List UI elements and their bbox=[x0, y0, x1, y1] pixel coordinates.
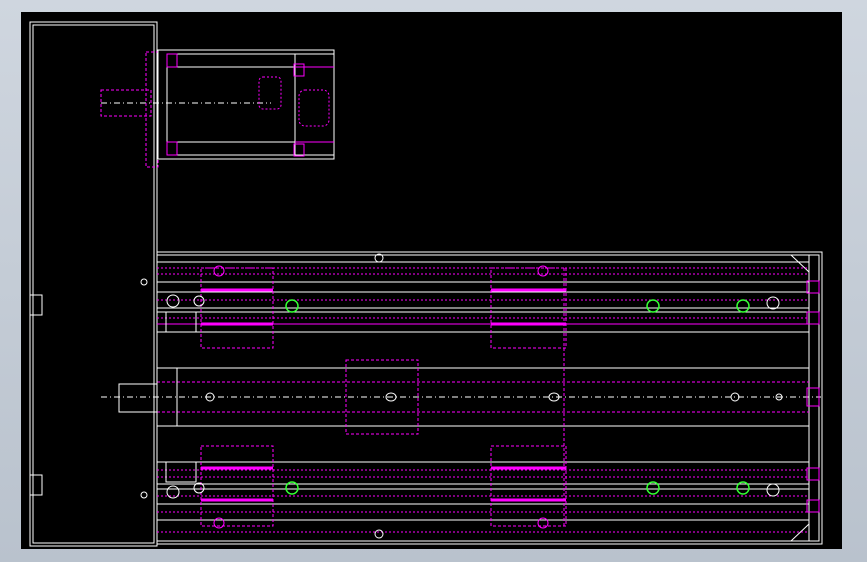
cad-drawing bbox=[29, 21, 823, 547]
end-hole-6 bbox=[766, 483, 780, 497]
carriage-block-4 bbox=[490, 445, 567, 527]
motor-corner-tl bbox=[166, 53, 178, 68]
end-hole-2 bbox=[193, 295, 205, 307]
plate-hole-lower bbox=[140, 491, 148, 499]
nut-housing bbox=[345, 359, 419, 435]
end-hole-1 bbox=[166, 294, 180, 308]
motor-view bbox=[145, 49, 335, 168]
motor-corner-bl bbox=[166, 141, 178, 156]
coupler-upper bbox=[165, 311, 197, 333]
mount-hole-green-3 bbox=[736, 299, 750, 313]
drawing-canvas[interactable] bbox=[21, 12, 842, 549]
motor-flange bbox=[145, 51, 159, 168]
mount-hole-green-2 bbox=[646, 299, 660, 313]
side-plate-outline bbox=[29, 21, 158, 547]
motor-end-cap bbox=[294, 53, 335, 156]
end-cap-bevel-top bbox=[790, 254, 810, 273]
bottom-marker-hole bbox=[374, 529, 384, 539]
motor-connector bbox=[258, 76, 282, 110]
motor-end-detail bbox=[298, 89, 330, 127]
carriage-block-3 bbox=[200, 445, 274, 527]
linear-module-view bbox=[156, 251, 823, 545]
coupler-lower bbox=[165, 461, 197, 483]
end-hole-5 bbox=[766, 296, 780, 310]
side-plate-tab-lower bbox=[29, 474, 43, 496]
mount-hole-green-1 bbox=[285, 299, 299, 313]
module-end-cap bbox=[808, 254, 820, 542]
module-body-inner bbox=[156, 254, 810, 542]
motor-housing bbox=[166, 53, 296, 156]
side-plate-inner bbox=[32, 24, 155, 544]
motor-body bbox=[157, 49, 335, 160]
motor-shaft-boss-lower bbox=[118, 383, 158, 413]
side-plate-tab-upper bbox=[29, 294, 43, 316]
side-plate-view bbox=[29, 21, 821, 547]
viewport-frame bbox=[0, 0, 867, 562]
plate-hole-upper bbox=[140, 278, 148, 286]
